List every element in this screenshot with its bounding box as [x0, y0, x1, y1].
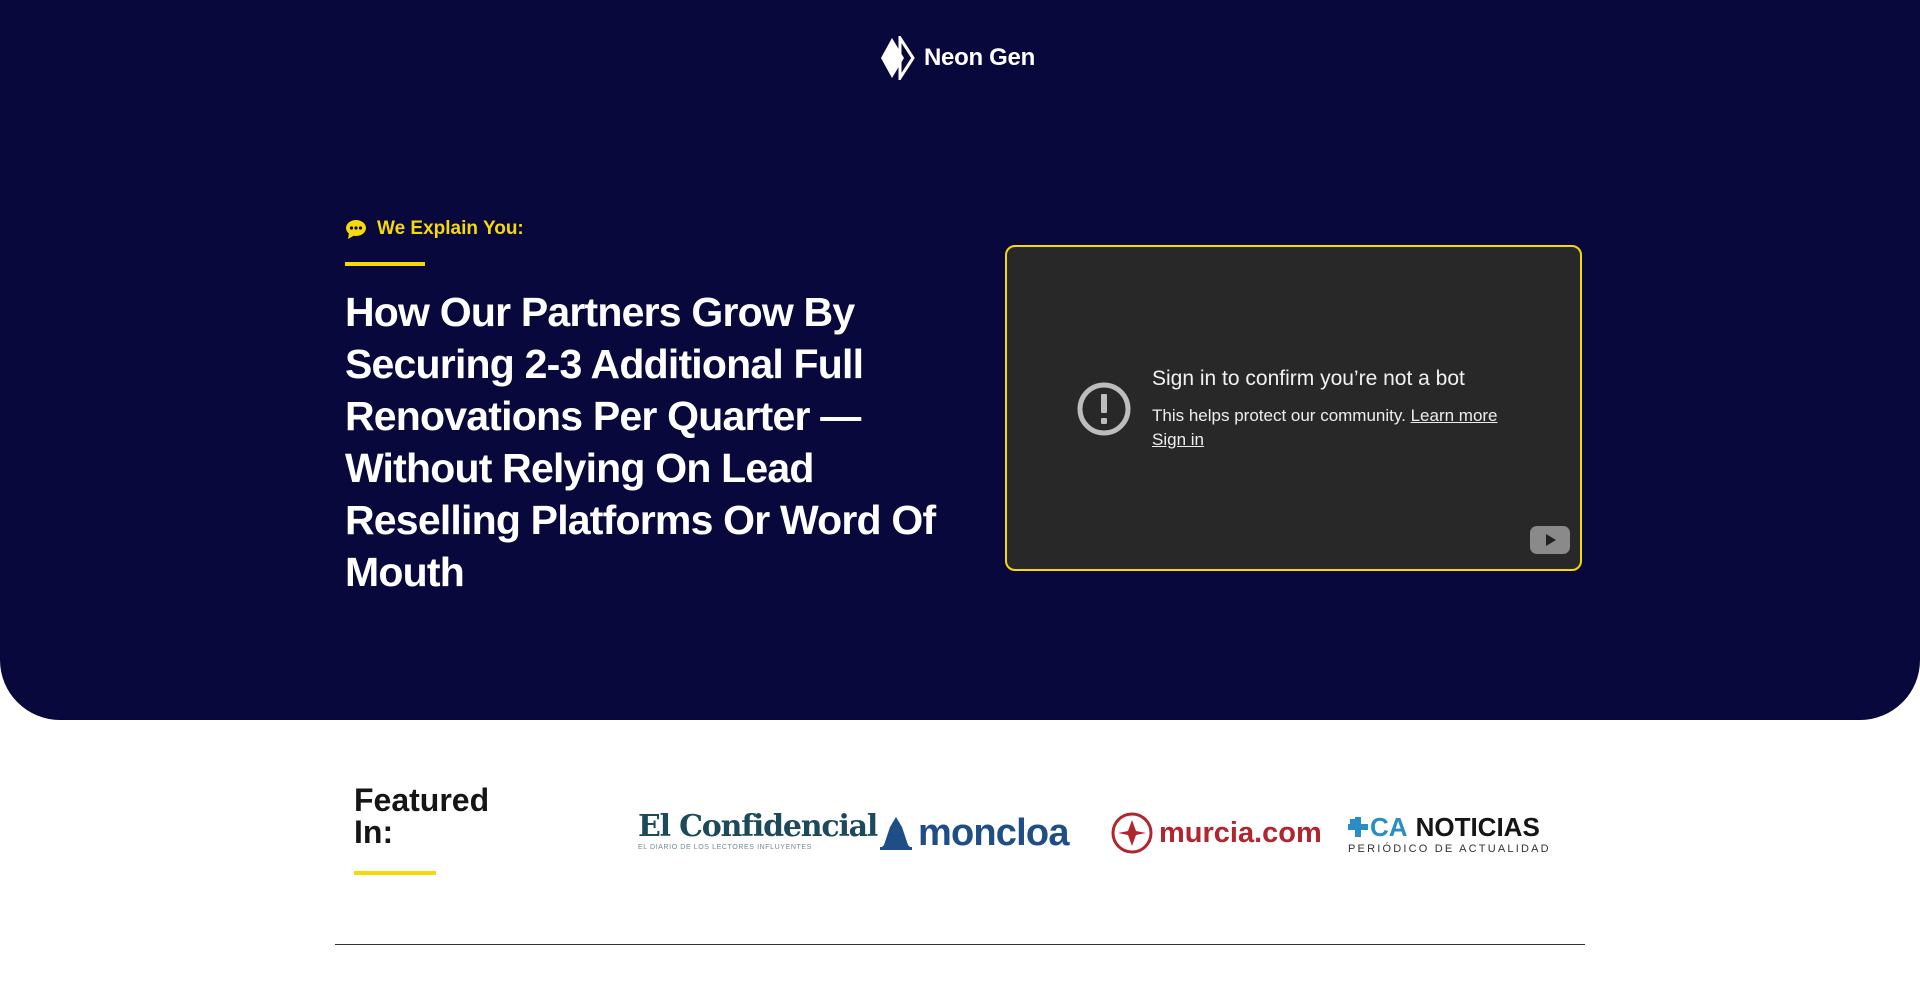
- eyebrow: We Explain You:: [345, 218, 524, 240]
- eyebrow-text: We Explain You:: [377, 218, 524, 239]
- hero-headline: How Our Partners Grow By Securing 2-3 Ad…: [345, 289, 936, 595]
- video-embed[interactable]: Sign in to confirm you’re not a bot This…: [1005, 245, 1582, 571]
- el-confidencial-tagline: EL DIARIO DE LOS LECTORES INFLUYENTES: [638, 844, 812, 851]
- featured-underline: [354, 871, 436, 875]
- featured-title-line1: Featured: [354, 782, 490, 818]
- moncloa-emblem-icon: [880, 817, 912, 850]
- video-message-text: This helps protect our community.: [1152, 406, 1406, 425]
- murcia-emblem-icon: [1111, 812, 1153, 854]
- speech-bubble-icon: [346, 220, 366, 239]
- brand-logo[interactable]: Neon Gen: [880, 35, 1035, 80]
- sign-in-link[interactable]: Sign in: [1152, 430, 1204, 449]
- ca-noticias-prefix: CA: [1370, 812, 1408, 842]
- brand-name: Neon Gen: [924, 43, 1035, 71]
- exclamation-circle-icon: [1077, 382, 1131, 436]
- video-message-body: This helps protect our community. Learn …: [1152, 404, 1498, 452]
- el-confidencial-logo: El Confidencial EL DIARIO DE LOS LECTORE…: [638, 809, 878, 852]
- ca-noticias-name: NOTICIAS: [1415, 812, 1540, 842]
- hero-section: Neon Gen We Explain You: How Our Partner…: [0, 0, 1920, 720]
- youtube-play-icon[interactable]: [1530, 526, 1570, 554]
- eyebrow-underline: [345, 262, 425, 266]
- el-confidencial-name: El Confidencial: [638, 809, 878, 844]
- ca-noticias-logo: CA NOTICIAS PERIÓDICO DE ACTUALIDAD: [1348, 814, 1554, 855]
- ca-noticias-wordmark: CA NOTICIAS: [1348, 814, 1554, 840]
- featured-title-line2: In:: [354, 814, 394, 850]
- murcia-name: murcia.com: [1159, 817, 1322, 849]
- ca-noticias-tagline: PERIÓDICO DE ACTUALIDAD: [1348, 843, 1551, 855]
- video-message-title: Sign in to confirm you’re not a bot: [1152, 367, 1465, 390]
- moncloa-name: moncloa: [918, 812, 1069, 854]
- moncloa-logo: moncloa: [878, 814, 1069, 852]
- section-divider: [335, 944, 1585, 945]
- diamond-logo-icon: [881, 35, 915, 80]
- ca-noticias-cross-icon: [1348, 817, 1368, 837]
- featured-in-title: Featured In:: [354, 784, 489, 848]
- murcia-logo: murcia.com: [1111, 812, 1322, 854]
- learn-more-link[interactable]: Learn more: [1411, 406, 1498, 425]
